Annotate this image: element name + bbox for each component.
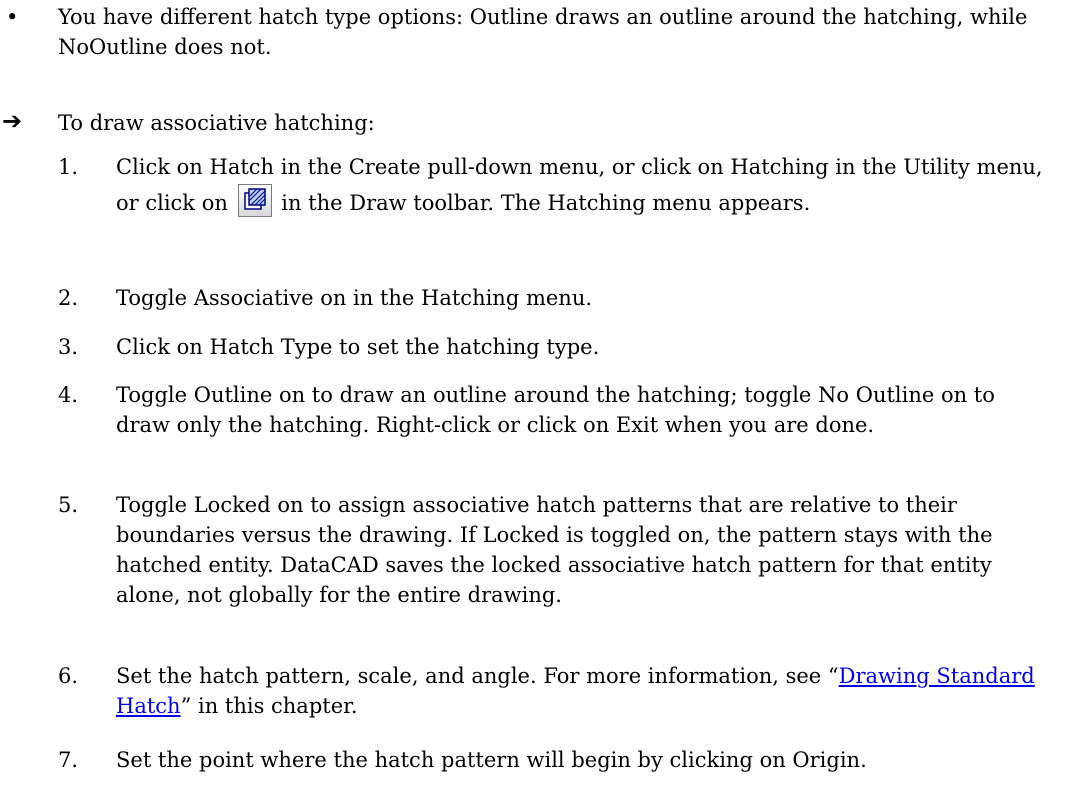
step-number: 1. xyxy=(58,155,79,179)
step-text: Click on Hatch in the Create pull-down m… xyxy=(116,150,1051,220)
step-text: Click on Hatch Type to set the hatching … xyxy=(116,335,600,359)
bullet-dot: • xyxy=(6,5,19,29)
step-number: 7. xyxy=(58,748,79,772)
step-number: 5. xyxy=(58,493,79,517)
step-text: Set the hatch pattern, scale, and angle.… xyxy=(116,661,1051,721)
step-text-after: ” in this chapter. xyxy=(180,694,358,718)
step-text-before: Set the hatch pattern, scale, and angle.… xyxy=(116,664,839,688)
step-text: Set the point where the hatch pattern wi… xyxy=(116,748,867,772)
document-page: • You have different hatch type options:… xyxy=(0,0,1066,808)
arrow-icon: ➔ xyxy=(2,107,23,135)
step-number: 2. xyxy=(58,286,79,310)
step-number: 3. xyxy=(58,335,79,359)
hatch-toolbar-icon xyxy=(237,184,272,217)
step-text: Toggle Associative on in the Hatching me… xyxy=(116,286,593,310)
step-text: Toggle Outline on to draw an outline aro… xyxy=(116,383,995,437)
step-text-after: in the Draw toolbar. The Hatching menu a… xyxy=(281,191,811,215)
step-number: 4. xyxy=(58,383,79,407)
bullet-text: You have different hatch type options: O… xyxy=(58,5,1028,59)
step-number: 6. xyxy=(58,664,79,688)
step-text: Toggle Locked on to assign associative h… xyxy=(116,493,993,607)
procedure-title: To draw associative hatching: xyxy=(58,111,375,135)
